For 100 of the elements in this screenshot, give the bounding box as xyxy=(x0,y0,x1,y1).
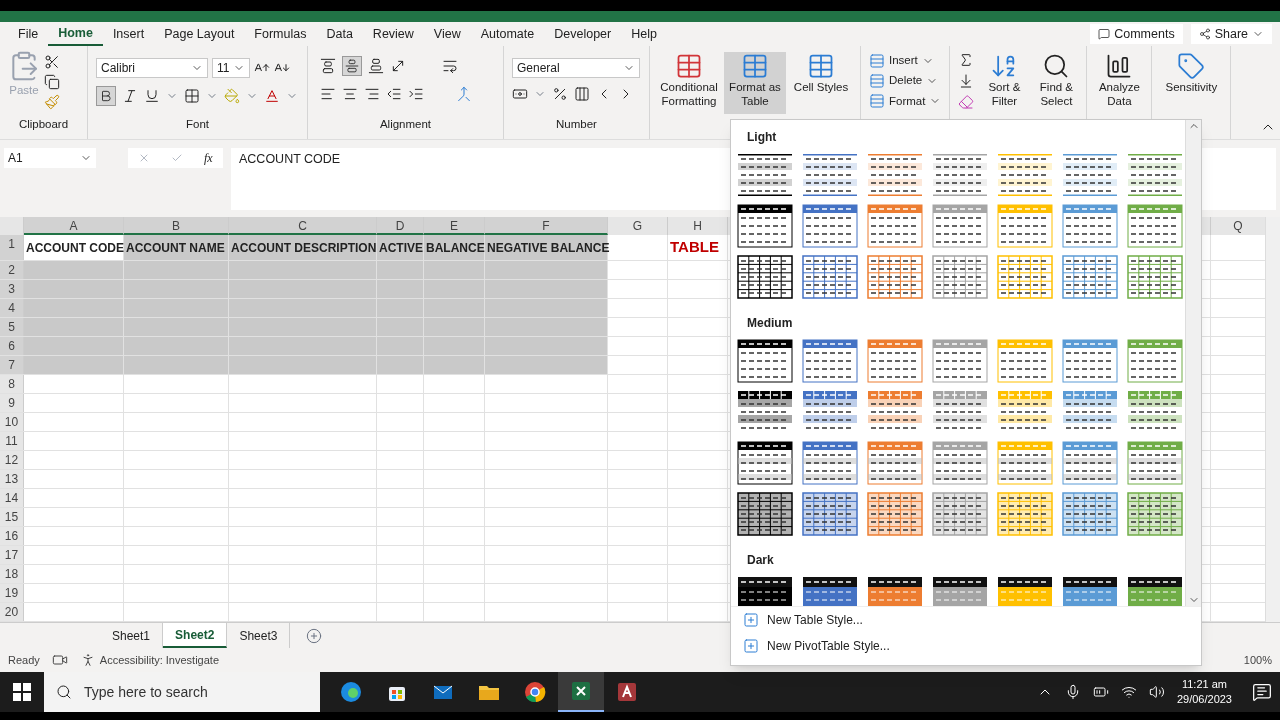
row-header[interactable]: 5 xyxy=(0,318,24,336)
row-header[interactable]: 16 xyxy=(0,527,24,545)
bold-icon[interactable] xyxy=(96,86,116,106)
number-format-field[interactable]: General xyxy=(512,58,640,78)
table-style-icon[interactable] xyxy=(997,153,1053,197)
column-header[interactable]: C xyxy=(229,217,377,235)
row-header[interactable]: 10 xyxy=(0,413,24,431)
row-header[interactable]: 13 xyxy=(0,470,24,488)
cells-command-button[interactable]: Format xyxy=(869,92,942,110)
insert-function-button[interactable]: fx xyxy=(203,149,213,167)
cells-command-button[interactable]: Delete xyxy=(869,72,942,90)
sheet-tab[interactable]: Sheet3 xyxy=(227,623,291,648)
row-header[interactable]: 15 xyxy=(0,508,24,526)
borders-icon[interactable] xyxy=(184,88,200,104)
ribbon-command-button[interactable]: Format as Table xyxy=(724,52,786,114)
underline-icon[interactable] xyxy=(144,88,160,104)
wifi-icon[interactable] xyxy=(1120,684,1137,700)
decrease-indent-icon[interactable] xyxy=(386,86,402,102)
ribbon-tab[interactable]: Home xyxy=(48,22,103,46)
column-header[interactable]: G xyxy=(608,217,668,235)
comma-style-icon[interactable] xyxy=(574,86,590,102)
table-style-icon[interactable] xyxy=(737,204,793,248)
analyze-data-button[interactable]: Analyze Data xyxy=(1095,52,1144,108)
row-header[interactable]: 8 xyxy=(0,375,24,393)
row-header[interactable]: 1 xyxy=(0,235,24,260)
table-style-icon[interactable] xyxy=(802,441,858,485)
fill-color-icon[interactable] xyxy=(224,88,240,104)
ribbon-command-button[interactable]: Cell Styles xyxy=(790,52,852,114)
row-header[interactable]: 20 xyxy=(0,603,24,621)
share-button[interactable]: Share xyxy=(1190,24,1272,44)
table-style-icon[interactable] xyxy=(932,153,988,197)
browser-icon[interactable] xyxy=(339,680,363,704)
sheet-tab[interactable]: Sheet2 xyxy=(163,623,228,648)
gallery-menu-item[interactable]: New Table Style... xyxy=(743,611,1201,629)
font-size-field[interactable]: 11 xyxy=(212,58,250,78)
align-right-icon[interactable] xyxy=(364,86,380,102)
row-header[interactable]: 14 xyxy=(0,489,24,507)
font-name-field[interactable]: Calibri xyxy=(96,58,208,78)
table-style-icon[interactable] xyxy=(737,492,793,536)
ribbon-tab[interactable]: Developer xyxy=(544,22,622,46)
wrap-text-icon[interactable] xyxy=(442,58,458,74)
row-header[interactable]: 6 xyxy=(0,337,24,355)
row-header[interactable]: 7 xyxy=(0,356,24,374)
copy-icon[interactable] xyxy=(44,74,60,90)
eraser-icon[interactable] xyxy=(958,94,975,110)
currency-icon[interactable] xyxy=(512,86,528,102)
battery-icon[interactable] xyxy=(1092,684,1109,700)
chrome-icon[interactable] xyxy=(523,680,547,704)
table-style-icon[interactable] xyxy=(1062,153,1118,197)
table-style-icon[interactable] xyxy=(737,255,793,299)
table-style-icon[interactable] xyxy=(802,153,858,197)
row-header[interactable]: 12 xyxy=(0,451,24,469)
add-sheet-icon[interactable] xyxy=(306,627,323,644)
start-icon[interactable] xyxy=(13,683,31,701)
align-top-icon[interactable] xyxy=(320,58,336,74)
column-header[interactable]: F xyxy=(485,217,608,235)
notification-icon[interactable] xyxy=(1252,682,1272,702)
gallery-menu-item[interactable]: New PivotTable Style... xyxy=(743,637,1201,655)
spreadsheet-app-icon[interactable] xyxy=(569,679,593,703)
align-middle-icon[interactable] xyxy=(342,56,362,76)
column-header[interactable]: B xyxy=(124,217,229,235)
column-header[interactable]: A xyxy=(24,217,124,235)
table-style-icon[interactable] xyxy=(867,441,923,485)
table-style-icon[interactable] xyxy=(1127,153,1183,197)
italic-icon[interactable] xyxy=(122,88,138,104)
table-style-icon[interactable] xyxy=(802,255,858,299)
ribbon-tab[interactable]: Help xyxy=(621,22,667,46)
row-header[interactable]: 3 xyxy=(0,280,24,298)
ribbon-tab[interactable]: Automate xyxy=(470,22,545,46)
record-macro-icon[interactable] xyxy=(51,652,68,668)
ribbon-command-button[interactable]: Conditional Formatting xyxy=(658,52,720,114)
sensitivity-button[interactable]: Sensitivity xyxy=(1160,52,1223,94)
column-header[interactable]: D xyxy=(377,217,424,235)
table-style-icon[interactable] xyxy=(932,441,988,485)
database-app-icon[interactable] xyxy=(615,680,639,704)
table-style-icon[interactable] xyxy=(1062,441,1118,485)
table-style-icon[interactable] xyxy=(737,153,793,197)
ribbon-tab[interactable]: Data xyxy=(316,22,363,46)
increase-indent-icon[interactable] xyxy=(408,86,424,102)
find-select-button[interactable]: Find & Select xyxy=(1034,52,1079,108)
align-center-icon[interactable] xyxy=(342,86,358,102)
table-style-icon[interactable] xyxy=(737,339,793,383)
accessibility-button[interactable]: Accessibility: Investigate xyxy=(79,651,219,669)
row-header[interactable]: 4 xyxy=(0,299,24,317)
ribbon-tab[interactable]: View xyxy=(423,22,471,46)
volume-icon[interactable] xyxy=(1148,684,1165,700)
taskbar-search-field[interactable]: Type here to search xyxy=(44,672,320,712)
ribbon-tab[interactable]: Page Layout xyxy=(154,22,245,46)
table-style-icon[interactable] xyxy=(737,441,793,485)
row-header[interactable]: 2 xyxy=(0,261,24,279)
sort-filter-button[interactable]: Sort & Filter xyxy=(982,52,1027,108)
ribbon-tab[interactable]: Review xyxy=(362,22,424,46)
comments-button[interactable]: Comments xyxy=(1090,24,1183,44)
align-bottom-icon[interactable] xyxy=(368,58,384,74)
table-style-icon[interactable] xyxy=(1127,441,1183,485)
column-header[interactable]: H xyxy=(668,217,728,235)
vertical-scrollbar[interactable] xyxy=(1265,217,1280,622)
percent-icon[interactable] xyxy=(552,86,568,102)
cut-icon[interactable] xyxy=(44,54,60,70)
column-header[interactable]: E xyxy=(424,217,485,235)
